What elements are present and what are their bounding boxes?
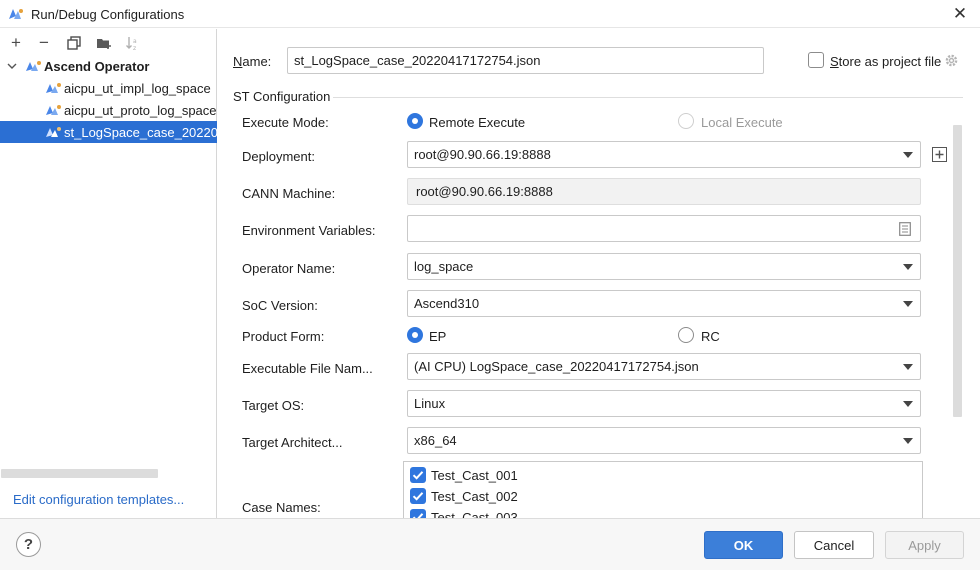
cann-machine-field: root@90.90.66.19:8888 (407, 178, 921, 205)
gear-icon[interactable] (944, 53, 959, 68)
rc-radio[interactable] (678, 327, 694, 343)
target-os-value: Linux (414, 396, 446, 411)
product-form-label: Product Form: (242, 329, 325, 344)
tree-group-ascend-operator[interactable]: Ascend Operator (0, 55, 217, 77)
target-architecture-select[interactable]: x86_64 (407, 427, 921, 454)
cancel-button[interactable]: Cancel (794, 531, 874, 559)
edit-templates-link[interactable]: Edit configuration templates... (13, 492, 184, 507)
case-checkbox[interactable] (410, 467, 426, 483)
horizontal-scrollbar[interactable] (1, 469, 158, 478)
chevron-down-icon (903, 401, 913, 407)
soc-version-value: Ascend310 (414, 296, 480, 311)
name-input[interactable]: st_LogSpace_case_20220417172754.json (287, 47, 764, 74)
operator-name-value: log_space (414, 259, 474, 274)
store-as-project-file-checkbox[interactable] (808, 52, 824, 68)
section-title: ST Configuration (233, 89, 331, 104)
case-checkbox[interactable] (410, 488, 426, 504)
add-deployment-icon[interactable] (932, 147, 947, 162)
case-item-label: Test_Cast_002 (431, 489, 518, 504)
tree-item-label: aicpu_ut_proto_log_space (64, 102, 217, 118)
target-architecture-label: Target Architect... (242, 435, 343, 450)
name-input-value: st_LogSpace_case_20220417172754.json (294, 53, 541, 68)
target-architecture-value: x86_64 (414, 433, 457, 448)
store-label-rest: tore as project file (838, 54, 942, 69)
apply-button[interactable]: Apply (885, 531, 964, 559)
remote-execute-radio[interactable] (407, 113, 423, 129)
executable-file-label: Executable File Nam... (242, 361, 373, 376)
ascend-operator-icon (46, 83, 61, 93)
run-config-icon (9, 9, 23, 19)
tree-item-label: st_LogSpace_case_2022041 (64, 124, 217, 140)
chevron-down-icon (903, 364, 913, 370)
executable-file-value: (AI CPU) LogSpace_case_20220417172754.js… (414, 359, 699, 374)
svg-text:a: a (133, 38, 137, 45)
store-as-project-file-label: Store as project file (830, 54, 941, 69)
local-execute-label: Local Execute (701, 115, 783, 130)
soc-version-label: SoC Version: (242, 298, 318, 313)
ep-radio[interactable] (407, 327, 423, 343)
name-label-rest: ame: (242, 54, 272, 69)
remove-icon[interactable]: − (33, 32, 55, 54)
environment-variables-label: Environment Variables: (242, 223, 376, 238)
name-label: Name: (233, 54, 271, 69)
rc-label: RC (701, 329, 720, 344)
chevron-down-icon (903, 152, 913, 158)
vertical-scrollbar[interactable] (953, 125, 962, 417)
tree-group-label: Ascend Operator (44, 58, 150, 74)
cann-machine-value: root@90.90.66.19:8888 (416, 184, 553, 199)
window-title: Run/Debug Configurations (31, 7, 185, 22)
deployment-label: Deployment: (242, 149, 315, 164)
section-divider (333, 97, 963, 98)
add-icon[interactable]: + (5, 32, 27, 54)
cann-machine-label: CANN Machine: (242, 186, 336, 201)
tree-item-selected[interactable]: st_LogSpace_case_2022041 (0, 121, 217, 143)
soc-version-select[interactable]: Ascend310 (407, 290, 921, 317)
tree-item[interactable]: aicpu_ut_impl_log_space (0, 77, 217, 99)
store-label-mnemonic: S (830, 54, 839, 69)
operator-name-select[interactable]: log_space (407, 253, 921, 280)
deployment-select[interactable]: root@90.90.66.19:8888 (407, 141, 921, 168)
case-item-label: Test_Cast_001 (431, 468, 518, 483)
copy-icon[interactable] (63, 32, 85, 54)
execute-mode-label: Execute Mode: (242, 115, 329, 130)
title-bar: Run/Debug Configurations ✕ (0, 0, 980, 28)
case-item-label: Test_Cast_003 (431, 510, 518, 518)
sort-icon: az (122, 32, 144, 54)
environment-variables-input[interactable] (407, 215, 921, 242)
help-button[interactable]: ? (16, 532, 41, 557)
document-icon[interactable] (899, 222, 911, 236)
tree-item-label: aicpu_ut_impl_log_space (64, 80, 211, 96)
tree-item[interactable]: aicpu_ut_proto_log_space (0, 99, 217, 121)
ep-label: EP (429, 329, 447, 344)
local-execute-radio[interactable] (678, 113, 694, 129)
deployment-value: root@90.90.66.19:8888 (414, 147, 551, 162)
configurations-tree-panel: + − az Ascend Operator aicpu_ut_impl_log… (0, 29, 217, 519)
ascend-operator-icon (26, 61, 41, 71)
case-names-list[interactable]: Test_Cast_001 Test_Cast_002 Test_Cast_00… (403, 461, 923, 518)
new-folder-icon[interactable] (93, 32, 115, 54)
ascend-operator-icon (46, 105, 61, 115)
ascend-operator-icon (46, 127, 61, 137)
dialog-button-bar: ? OK Cancel Apply (0, 518, 980, 570)
remote-execute-label: Remote Execute (429, 115, 526, 130)
executable-file-select[interactable]: (AI CPU) LogSpace_case_20220417172754.js… (407, 353, 921, 380)
target-os-select[interactable]: Linux (407, 390, 921, 417)
operator-name-label: Operator Name: (242, 261, 336, 276)
name-label-mnemonic: N (233, 54, 243, 69)
chevron-down-icon (903, 301, 913, 307)
close-icon[interactable]: ✕ (950, 4, 970, 24)
svg-text:z: z (133, 45, 136, 51)
chevron-down-icon[interactable] (3, 62, 21, 70)
chevron-down-icon (903, 438, 913, 444)
case-checkbox[interactable] (410, 509, 426, 518)
target-os-label: Target OS: (242, 398, 305, 413)
ok-button[interactable]: OK (704, 531, 783, 559)
chevron-down-icon (903, 264, 913, 270)
case-names-label: Case Names: (242, 500, 321, 515)
